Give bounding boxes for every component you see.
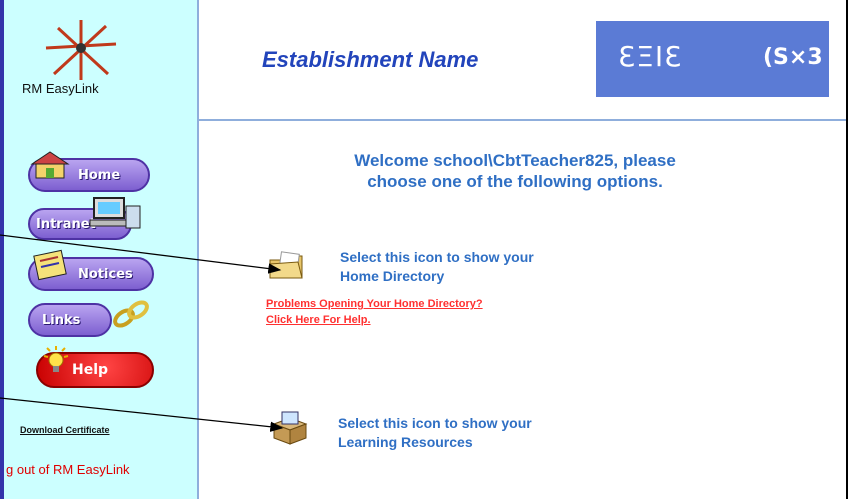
nav-intranet-label: Intranet [36,216,96,232]
brand-logo-2: (S×3 [763,45,823,70]
nav-notices-label: Notices [78,266,133,282]
nav-links-button[interactable]: Links [28,303,112,337]
header-divider [199,119,846,121]
learning-resources-option: Select this icon to show your Learning R… [338,414,532,452]
vertical-divider [197,0,199,499]
logout-link[interactable]: g out of RM EasyLink [6,462,130,477]
welcome-line-1: Welcome school\CbtTeacher825, please [354,151,676,170]
nav-links-label: Links [42,312,81,328]
rm-logo-icon [45,20,117,80]
home-directory-line-2: Home Directory [340,268,445,284]
learning-resources-line-1: Select this icon to show your [338,415,532,431]
help-link-line-2[interactable]: Click Here For Help. [266,312,483,328]
welcome-message: Welcome school\CbtTeacher825, please cho… [290,150,740,192]
lightbulb-icon [43,346,69,372]
home-directory-option: Select this icon to show your Home Direc… [340,248,534,286]
app-frame: RM EasyLink Home Intranet Notices Links … [0,0,848,499]
chain-link-icon [113,300,149,328]
home-directory-help-link[interactable]: Problems Opening Your Home Directory? Cl… [266,296,483,328]
welcome-line-2: choose one of the following options. [367,172,663,191]
learning-resources-icon[interactable] [270,410,310,446]
nav-help-label: Help [72,362,109,378]
folder-icon[interactable] [268,250,304,280]
logo-text: RM EasyLink [22,81,99,96]
download-certificate-link[interactable]: Download Certificate [20,425,110,435]
notice-board-icon [33,249,67,281]
brand-logo-1: ƐΞΙƐ [618,40,683,73]
nav-home-label: Home [78,167,121,183]
learning-resources-line-2: Learning Resources [338,434,473,450]
home-directory-line-1: Select this icon to show your [340,249,534,265]
help-link-line-1[interactable]: Problems Opening Your Home Directory? [266,296,483,312]
house-icon [30,151,70,179]
establishment-name: Establishment Name [262,47,479,72]
computer-icon [89,197,141,229]
